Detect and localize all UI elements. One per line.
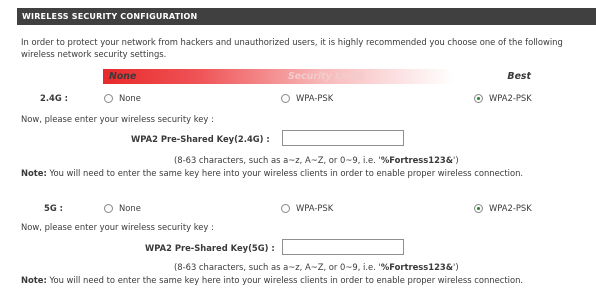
radio-label: WPA-PSK: [296, 93, 334, 103]
band-label-2-4g: 2.4G :: [40, 93, 68, 103]
note-5g: Note: You will need to enter the same ke…: [21, 275, 524, 285]
radio-label: None: [119, 93, 141, 103]
psk-input-5g[interactable]: [282, 239, 404, 255]
radio-circle[interactable]: [281, 93, 290, 103]
key-example: %Fortress123&: [380, 262, 454, 272]
key-hint-2-4g: (8-63 characters, such as a~z, A~Z, or 0…: [174, 155, 459, 165]
radio-label: WPA2-PSK: [489, 93, 532, 103]
radio-2-4g-wpa-psk[interactable]: WPA-PSK: [281, 93, 333, 103]
radio-5g-none[interactable]: None: [104, 203, 141, 213]
key-example: %Fortress123&: [380, 155, 454, 165]
security-level-none-label: None: [109, 71, 137, 82]
psk-input-2-4g[interactable]: [282, 130, 404, 146]
band-label-5g: 5G :: [44, 203, 63, 213]
radio-label: WPA-PSK: [296, 203, 334, 213]
key-label-2-4g: WPA2 Pre-Shared Key(2.4G) :: [131, 134, 270, 144]
radio-5g-wpa2-psk[interactable]: WPA2-PSK: [474, 203, 532, 213]
radio-5g-wpa-psk[interactable]: WPA-PSK: [281, 203, 333, 213]
radio-circle[interactable]: [281, 203, 290, 213]
radio-2-4g-none[interactable]: None: [104, 93, 141, 103]
radio-label: WPA2-PSK: [489, 203, 532, 213]
section-header: WIRELESS SECURITY CONFIGURATION: [17, 8, 596, 25]
radio-circle-selected[interactable]: [474, 93, 483, 103]
key-prompt-2-4g: Now, please enter your wireless security…: [21, 114, 214, 124]
key-hint-5g: (8-63 characters, such as a~z, A~Z, or 0…: [174, 262, 459, 272]
note-2-4g: Note: You will need to enter the same ke…: [21, 168, 524, 178]
radio-circle-selected[interactable]: [474, 203, 483, 213]
radio-label: None: [119, 203, 141, 213]
security-level-best-label: Best: [507, 71, 531, 82]
radio-2-4g-wpa2-psk[interactable]: WPA2-PSK: [474, 93, 532, 103]
intro-text: In order to protect your network from ha…: [21, 37, 563, 59]
key-prompt-5g: Now, please enter your wireless security…: [21, 222, 214, 232]
radio-circle[interactable]: [104, 203, 113, 213]
radio-circle[interactable]: [104, 93, 113, 103]
security-level-title: Security Level: [288, 71, 364, 82]
security-level-bar: None Security Level Best: [103, 69, 541, 84]
key-label-5g: WPA2 Pre-Shared Key(5G) :: [145, 243, 275, 253]
